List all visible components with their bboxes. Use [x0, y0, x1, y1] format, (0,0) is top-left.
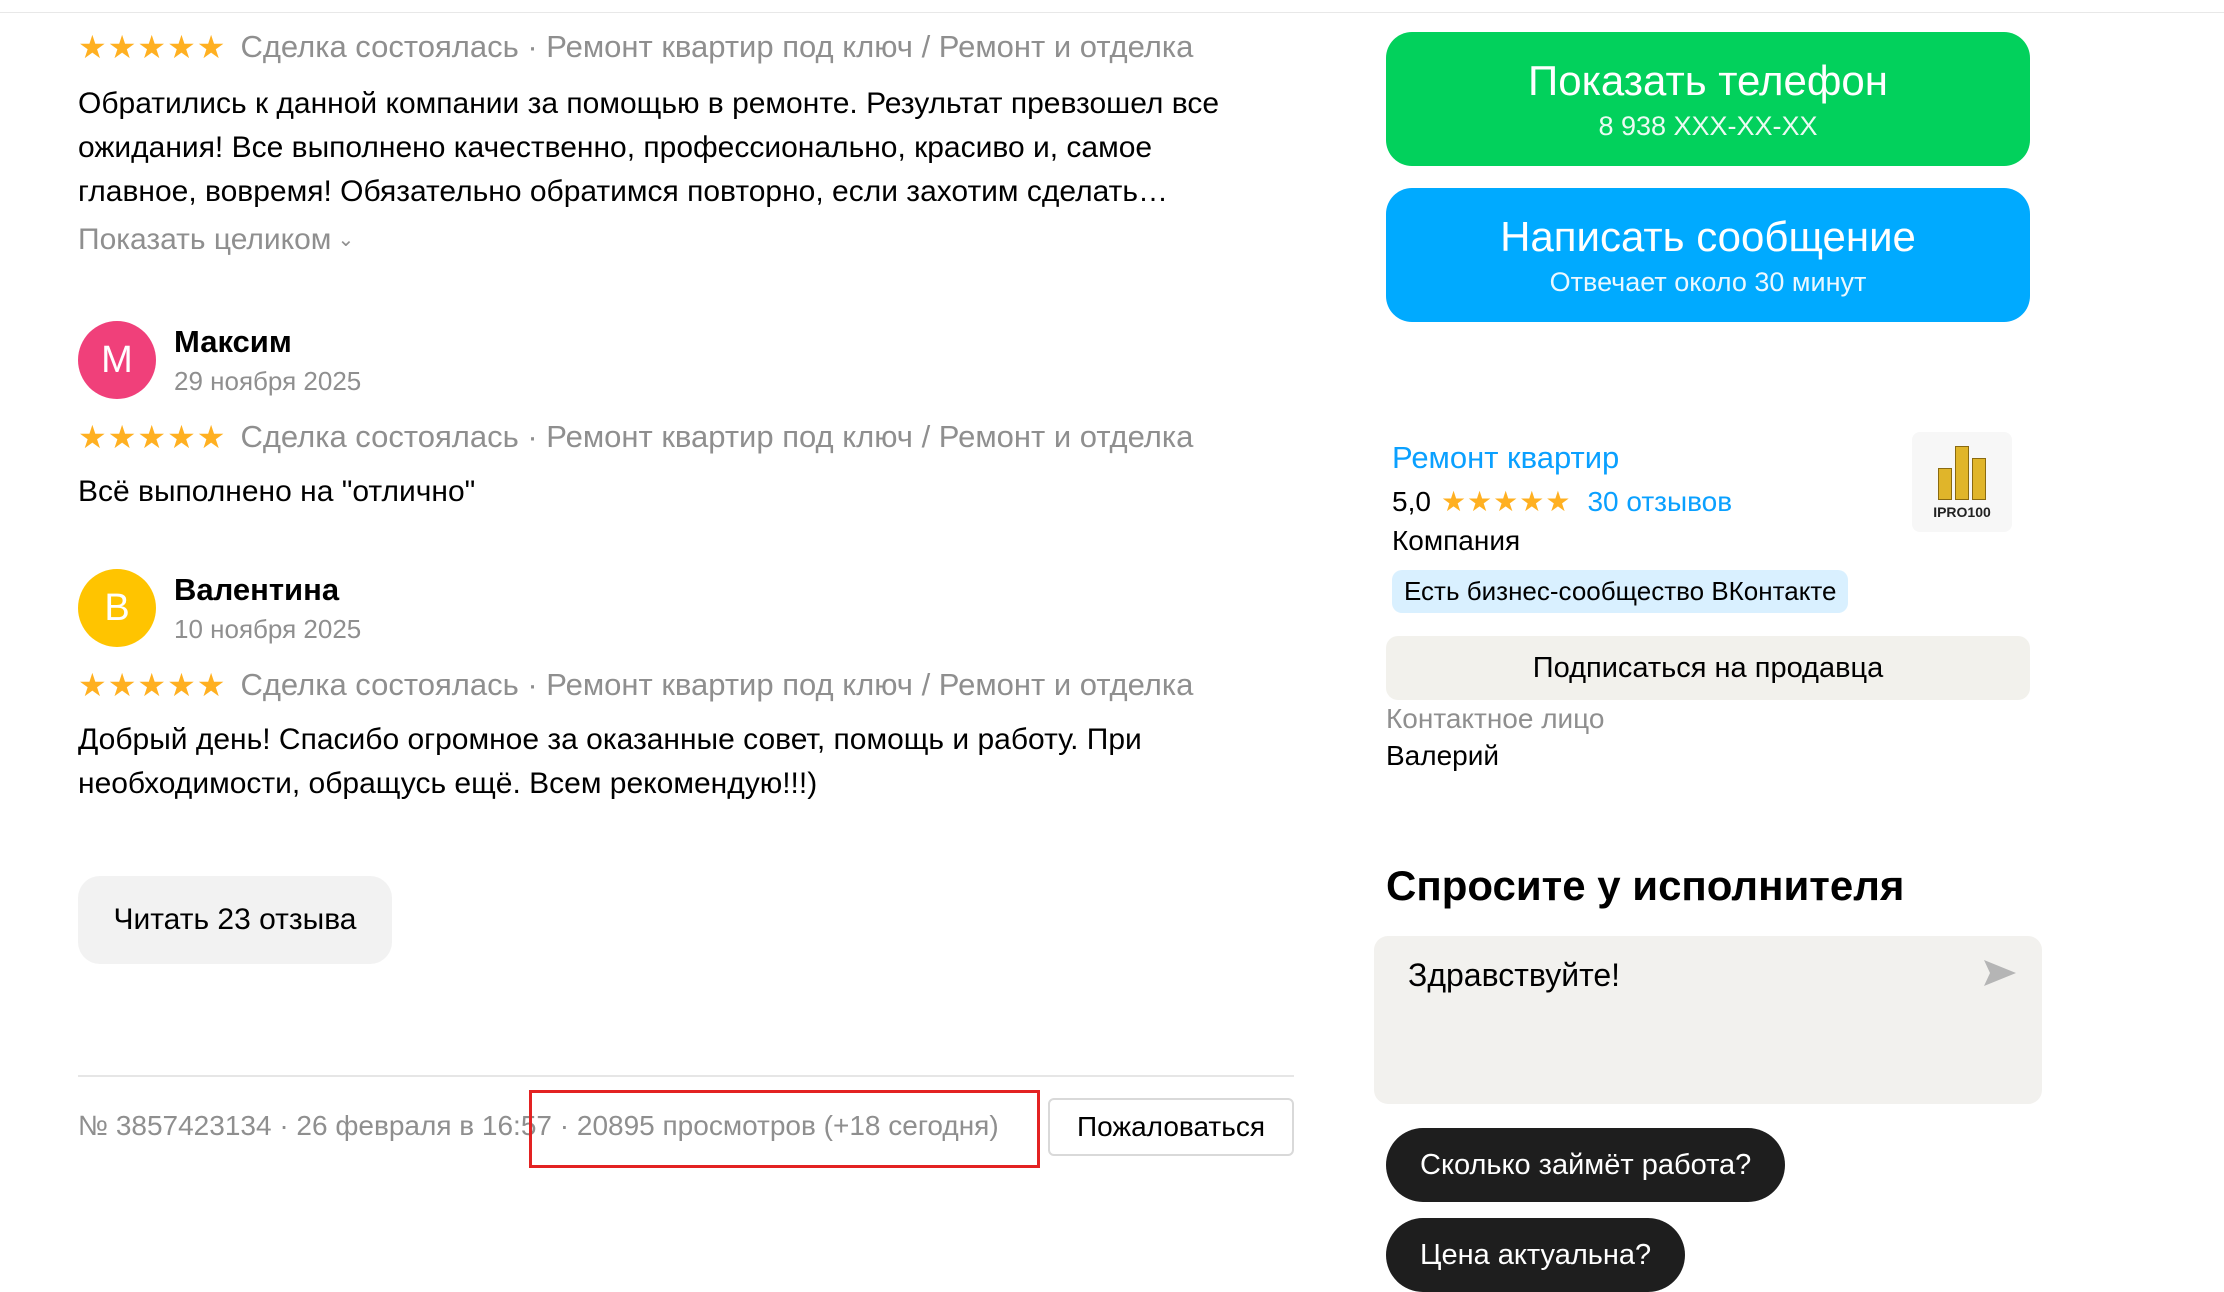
review-meta: ★★★★★ Сделка состоялась · Ремонт квартир… — [78, 666, 1193, 704]
vk-community-badge: Есть бизнес-сообщество ВКонтакте — [1392, 570, 1849, 613]
complain-button[interactable]: Пожаловаться — [1048, 1098, 1294, 1156]
highlight-box — [529, 1090, 1040, 1168]
rating-stars: ★★★★★ — [1440, 486, 1572, 517]
avatar: М — [78, 321, 156, 399]
subscribe-button[interactable]: Подписаться на продавца — [1386, 636, 2030, 700]
listing-id-date: № 3857423134 · 26 февраля в 16:57 — [78, 1110, 552, 1141]
read-reviews-button[interactable]: Читать 23 отзыва — [78, 876, 392, 964]
chevron-down-icon: ⌄ — [337, 229, 355, 251]
seller-name-link[interactable]: Ремонт квартир — [1392, 440, 1619, 476]
rating-stars: ★★★★★ — [78, 667, 227, 703]
write-message-button[interactable]: Написать сообщение Отвечает около 30 мин… — [1386, 188, 2030, 322]
phone-number-masked: 8 938 XXX-XX-XX — [1598, 110, 1818, 141]
review-date: 29 ноября 2025 — [174, 366, 362, 396]
review-author: Валентина — [174, 572, 340, 607]
question-chip-price[interactable]: Цена актуальна? — [1386, 1218, 1686, 1292]
review-text: Всё выполнено на "отлично" — [78, 475, 476, 508]
question-chip-duration[interactable]: Сколько займёт работа? — [1386, 1128, 1786, 1202]
review-meta: ★★★★★ Сделка состоялась · Ремонт квартир… — [78, 418, 1193, 456]
seller-rating: 5,0 ★★★★★ 30 отзывов — [1392, 485, 1732, 518]
ask-message-input[interactable] — [1406, 956, 1930, 995]
top-divider — [0, 0, 2224, 13]
review-text: Обратились к данной компании за помощью … — [78, 87, 1220, 208]
show-phone-label: Показать телефон — [1528, 56, 1888, 104]
ask-box — [1374, 936, 2042, 1104]
write-message-label: Написать сообщение — [1500, 212, 1916, 260]
response-time: Отвечает около 30 минут — [1549, 266, 1867, 297]
review-deal-info: Сделка состоялась · Ремонт квартир под к… — [240, 29, 1194, 64]
rating-stars: ★★★★★ — [78, 29, 227, 65]
seller-logo[interactable]: IPRO100 — [1912, 432, 2012, 532]
seller-reviews-link[interactable]: 30 отзывов — [1587, 486, 1732, 518]
review-meta: ★★★★★ Сделка состоялась · Ремонт квартир… — [78, 28, 1193, 66]
contact-name: Валерий — [1386, 740, 1500, 771]
review-text: Добрый день! Спасибо огромное за оказанн… — [78, 723, 1142, 800]
show-phone-button[interactable]: Показать телефон 8 938 XXX-XX-XX — [1386, 32, 2030, 166]
rating-value: 5,0 — [1392, 485, 1431, 517]
ask-title: Спросите у исполнителя — [1386, 862, 1905, 909]
avatar: В — [78, 569, 156, 647]
show-full-label: Показать целиком — [78, 223, 332, 256]
show-full-link[interactable]: Показать целиком ⌄ — [78, 223, 354, 257]
review-author: Максим — [174, 324, 292, 359]
building-icon — [1938, 444, 1986, 500]
logo-text: IPRO100 — [1933, 504, 1991, 520]
review-deal-info: Сделка состоялась · Ремонт квартир под к… — [240, 419, 1194, 454]
rating-stars: ★★★★★ — [78, 419, 227, 455]
footer-divider — [78, 1075, 1294, 1077]
send-icon[interactable] — [1982, 958, 2018, 993]
contact-label: Контактное лицо — [1386, 703, 1605, 734]
review-deal-info: Сделка состоялась · Ремонт квартир под к… — [240, 667, 1194, 702]
review-date: 10 ноября 2025 — [174, 614, 362, 644]
seller-type: Компания — [1392, 525, 1521, 556]
